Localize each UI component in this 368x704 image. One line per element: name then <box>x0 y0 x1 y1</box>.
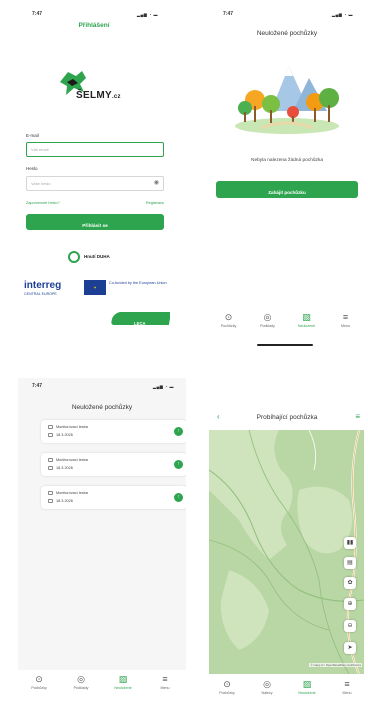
map-attribution: © mapy.cz / OpenStreetMap contributors <box>309 663 362 667</box>
map-icon: ▨ <box>118 674 128 684</box>
active-walk-screen: ‹ Probíhající pochůzka ≡ ▮▮ ▤ ✿ ⊕ ⊖ ➤ © … <box>207 402 367 702</box>
eu-flag-icon: ✦ <box>84 280 106 295</box>
document-icon <box>48 491 53 495</box>
selmy-logo: ŠELMY.cz <box>58 68 136 108</box>
menu-icon: ≡ <box>342 312 349 322</box>
stack-icon[interactable]: ▤ <box>344 557 356 569</box>
menu-icon[interactable]: ≡ <box>355 412 360 421</box>
tab-menu[interactable]: ≡ Menu <box>147 674 183 690</box>
status-time: 7:47 <box>32 383 43 389</box>
target-icon: ◎ <box>77 674 85 684</box>
login-button[interactable]: Přihlásit se <box>26 214 164 230</box>
login-button-label: Přihlásit se <box>82 224 108 229</box>
map-view[interactable] <box>209 430 364 674</box>
page-title: Probíhající pochůzka <box>256 414 318 421</box>
layers-icon[interactable]: ▮▮ <box>344 537 356 549</box>
list-item[interactable]: Monitorovací lesba 18.3.2026 ↑ <box>41 420 186 443</box>
email-field[interactable]: Váš email <box>26 142 164 157</box>
home-indicator <box>257 344 313 346</box>
start-walk-button[interactable]: Zahájit pochůzku <box>216 181 358 198</box>
status-bar: 7:47 ▂▄▆ ◔ ▬ <box>18 11 170 19</box>
email-label: E-mail <box>26 133 39 138</box>
tab-bar: ⊙ Pochůzky ◎ Podklady ▨ Neuložené ≡ Menu <box>18 670 186 700</box>
tab-menu[interactable]: ≡ Menu <box>328 312 364 328</box>
tab-unsaved[interactable]: ▨ Neuložené <box>105 674 141 690</box>
document-icon <box>48 458 53 462</box>
tab-resources[interactable]: ◎ Podklady <box>63 674 99 690</box>
upload-icon[interactable]: ↑ <box>174 460 183 469</box>
menu-icon: ≡ <box>162 674 168 684</box>
list-item[interactable]: Monitorovací lesba 18.3.2026 ↑ <box>41 486 186 509</box>
empty-state-text: Nebyla nalezena žádná pochůzka <box>250 158 323 163</box>
status-bar: 7:47 ▂▄▆ ◔ ▬ <box>18 383 186 391</box>
zoom-out-icon[interactable]: ⊖ <box>344 620 356 632</box>
page-title: Přihlášení <box>78 22 110 29</box>
logo-suffix: .cz <box>111 94 121 100</box>
page-title: Neuložené pochůzky <box>256 30 318 37</box>
target-icon: ◎ <box>263 679 271 689</box>
language-label: LECA <box>134 321 146 326</box>
upload-icon[interactable]: ↑ <box>174 427 183 436</box>
tab-walks[interactable]: ⊙ Pochůzky <box>21 674 57 690</box>
calendar-icon <box>48 433 53 437</box>
tab-walks[interactable]: ⊙ Pochůzky <box>209 679 245 695</box>
map-icon: ▨ <box>302 312 311 322</box>
language-button[interactable]: LECA <box>110 312 170 326</box>
interreg-name: interreg <box>24 280 62 291</box>
settings-icon[interactable]: ✿ <box>344 577 356 589</box>
map-terrain <box>209 430 364 674</box>
email-placeholder: Váš email <box>31 147 49 152</box>
status-icons: ▂▄▆ ◔ ▬ <box>152 384 174 389</box>
calendar-icon <box>48 466 53 470</box>
password-field[interactable]: Vaše heslo ◉ <box>26 176 164 191</box>
status-bar: 7:47 ▂▄▆ ◔ ▬ <box>209 11 365 19</box>
forest-illustration <box>231 56 343 136</box>
unsaved-list-screen: 7:47 ▂▄▆ ◔ ▬ Neuložené pochůzky Monitoro… <box>18 378 186 700</box>
route-icon: ⊙ <box>223 679 231 689</box>
map-icon: ▨ <box>302 679 312 689</box>
list-item[interactable]: Monitorovací lesba 18.3.2026 ↑ <box>41 453 186 476</box>
status-icons: ▂▄▆ ◔ ▬ <box>331 12 353 17</box>
tab-unsaved[interactable]: ▨ Neuložené <box>289 679 325 695</box>
register-link[interactable]: Registrace <box>146 201 164 205</box>
menu-icon: ≡ <box>344 679 350 689</box>
tab-unsaved[interactable]: ▨ Neuložené <box>289 312 325 328</box>
interreg-logo: interreg CENTRAL EUROPE <box>24 281 82 301</box>
status-time: 7:47 <box>223 11 234 17</box>
eye-icon[interactable]: ◉ <box>154 179 159 186</box>
interreg-region: CENTRAL EUROPE <box>24 292 57 296</box>
status-icons: ▂▄▆ ◔ ▬ <box>136 12 158 17</box>
tab-findings[interactable]: ◎ Nálezy <box>249 679 285 695</box>
status-time: 7:47 <box>32 11 43 17</box>
upload-icon[interactable]: ↑ <box>174 493 183 502</box>
unsaved-empty-screen: 7:47 ▂▄▆ ◔ ▬ Neuložené pochůzky Nebyla n… <box>209 6 365 351</box>
start-walk-button-label: Zahájit pochůzku <box>268 190 306 195</box>
password-label: Heslo <box>26 166 38 171</box>
partner-logo-icon <box>68 251 80 263</box>
tab-walks[interactable]: ⊙ Pochůzky <box>211 312 247 328</box>
tab-bar: ⊙ Pochůzky ◎ Podklady ▨ Neuložené ≡ Menu <box>209 308 365 338</box>
login-screen: 7:47 ▂▄▆ ◔ ▬ Přihlášení ŠELMY.cz E-mail … <box>18 6 170 330</box>
route-icon: ⊙ <box>224 312 233 322</box>
partner-logo: Hnutí DUHA <box>68 251 124 265</box>
tab-bar: ⊙ Pochůzky ◎ Nálezy ▨ Neuložené ≡ Menu <box>207 675 367 702</box>
forgot-password-link[interactable]: Zapomenuté heslo? <box>26 201 60 205</box>
page-title: Neuložené pochůzky <box>71 404 133 411</box>
calendar-icon <box>48 499 53 503</box>
password-placeholder: Vaše heslo <box>31 181 51 186</box>
partner-name: Hnutí DUHA <box>84 254 110 259</box>
logo-text: ŠELMY <box>76 90 112 101</box>
tab-resources[interactable]: ◎ Podklady <box>250 312 286 328</box>
zoom-in-icon[interactable]: ⊕ <box>344 598 356 610</box>
tab-menu[interactable]: ≡ Menu <box>329 679 365 695</box>
locate-icon[interactable]: ➤ <box>344 642 356 654</box>
route-icon: ⊙ <box>35 674 43 684</box>
eu-text: Co-funded by the European Union <box>109 281 167 285</box>
document-icon <box>48 425 53 429</box>
target-icon: ◎ <box>263 312 272 322</box>
